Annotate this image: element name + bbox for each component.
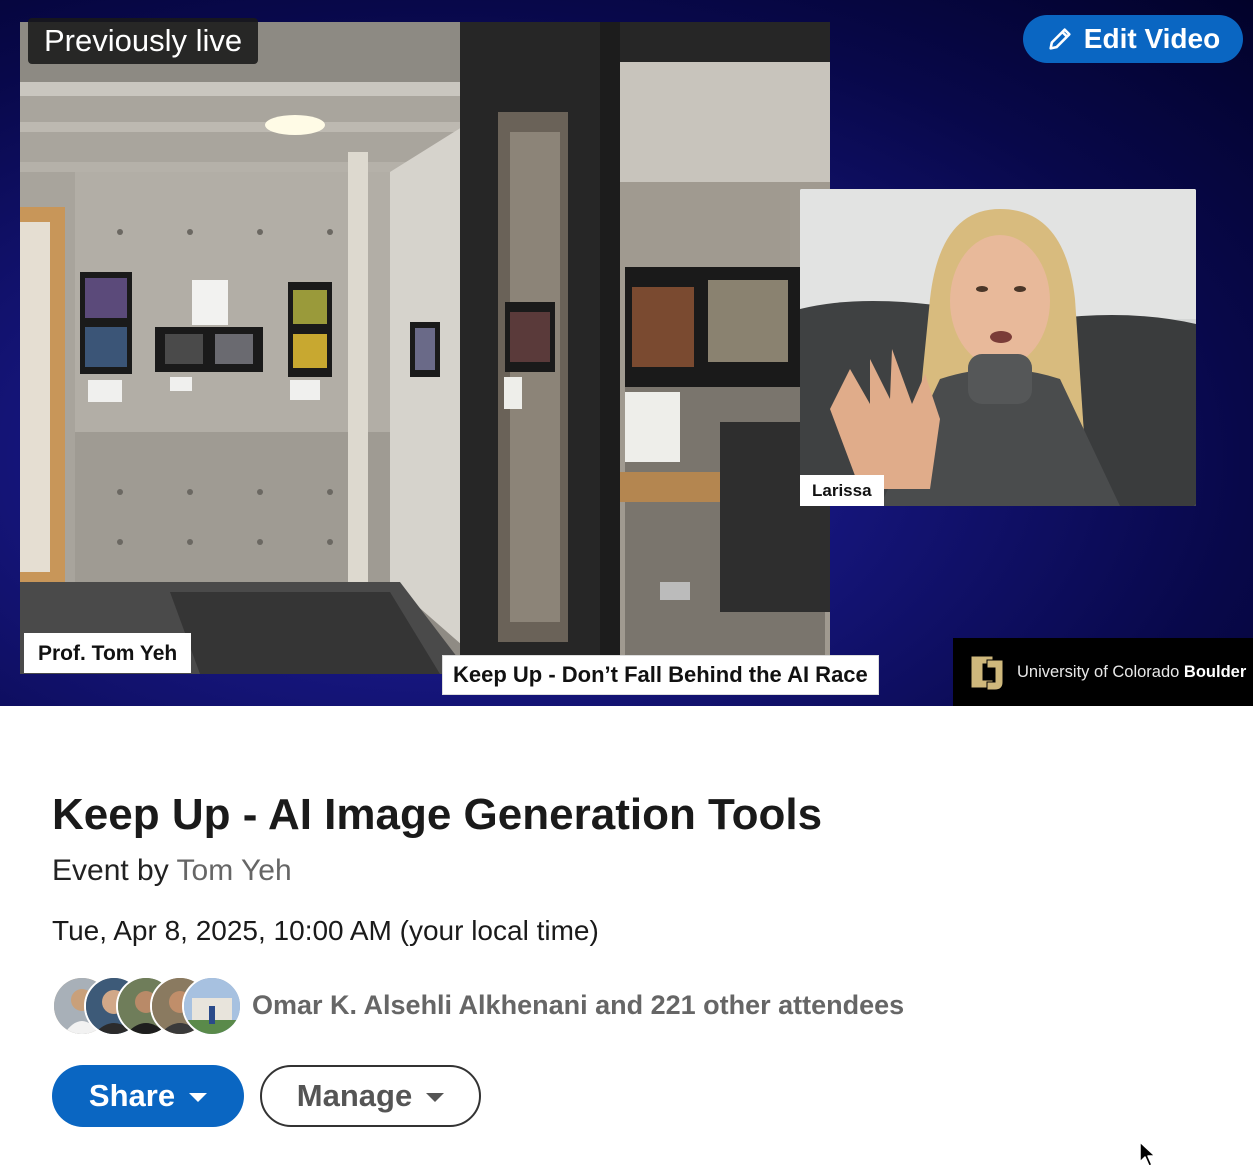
avatar <box>182 976 242 1036</box>
video-player[interactable]: Previously live Edit Video Larissa Prof.… <box>0 0 1253 706</box>
guest-name-tag: Larissa <box>800 475 884 506</box>
edit-video-label: Edit Video <box>1083 23 1221 54</box>
manage-button[interactable]: Manage <box>260 1065 481 1127</box>
session-title-banner: Keep Up - Don’t Fall Behind the AI Race <box>442 655 879 695</box>
university-name: University of Colorado <box>1017 662 1180 681</box>
event-organizer: Event by Tom Yeh <box>52 854 292 888</box>
organizer-prefix: Event by <box>52 854 169 887</box>
caret-down-icon <box>426 1093 445 1102</box>
manage-label: Manage <box>296 1078 413 1113</box>
guest-camera-feed <box>800 189 1196 506</box>
organizer-link[interactable]: Tom Yeh <box>177 854 292 887</box>
attendee-avatars[interactable] <box>52 976 242 1036</box>
caret-down-icon <box>189 1093 208 1102</box>
university-branding: University of Colorado Boulder <box>953 638 1253 706</box>
event-title: Keep Up - AI Image Generation Tools <box>52 790 823 839</box>
share-label: Share <box>88 1078 176 1113</box>
main-camera-feed <box>20 22 830 674</box>
pencil-icon <box>1049 28 1071 50</box>
cu-logo-icon <box>970 655 1004 691</box>
share-button[interactable]: Share <box>52 1065 244 1127</box>
mouse-cursor-icon <box>1139 1141 1156 1167</box>
host-name-tag: Prof. Tom Yeh <box>24 633 192 673</box>
attendees-text[interactable]: Omar K. Alsehli Alkhenani and 221 other … <box>252 990 904 1021</box>
edit-video-button[interactable]: Edit Video <box>1023 15 1243 63</box>
university-campus: Boulder <box>1183 662 1247 681</box>
event-datetime: Tue, Apr 8, 2025, 10:00 AM (your local t… <box>52 915 599 946</box>
attendees-row[interactable]: Omar K. Alsehli Alkhenani and 221 other … <box>52 975 904 1036</box>
previously-live-badge: Previously live <box>28 18 259 64</box>
